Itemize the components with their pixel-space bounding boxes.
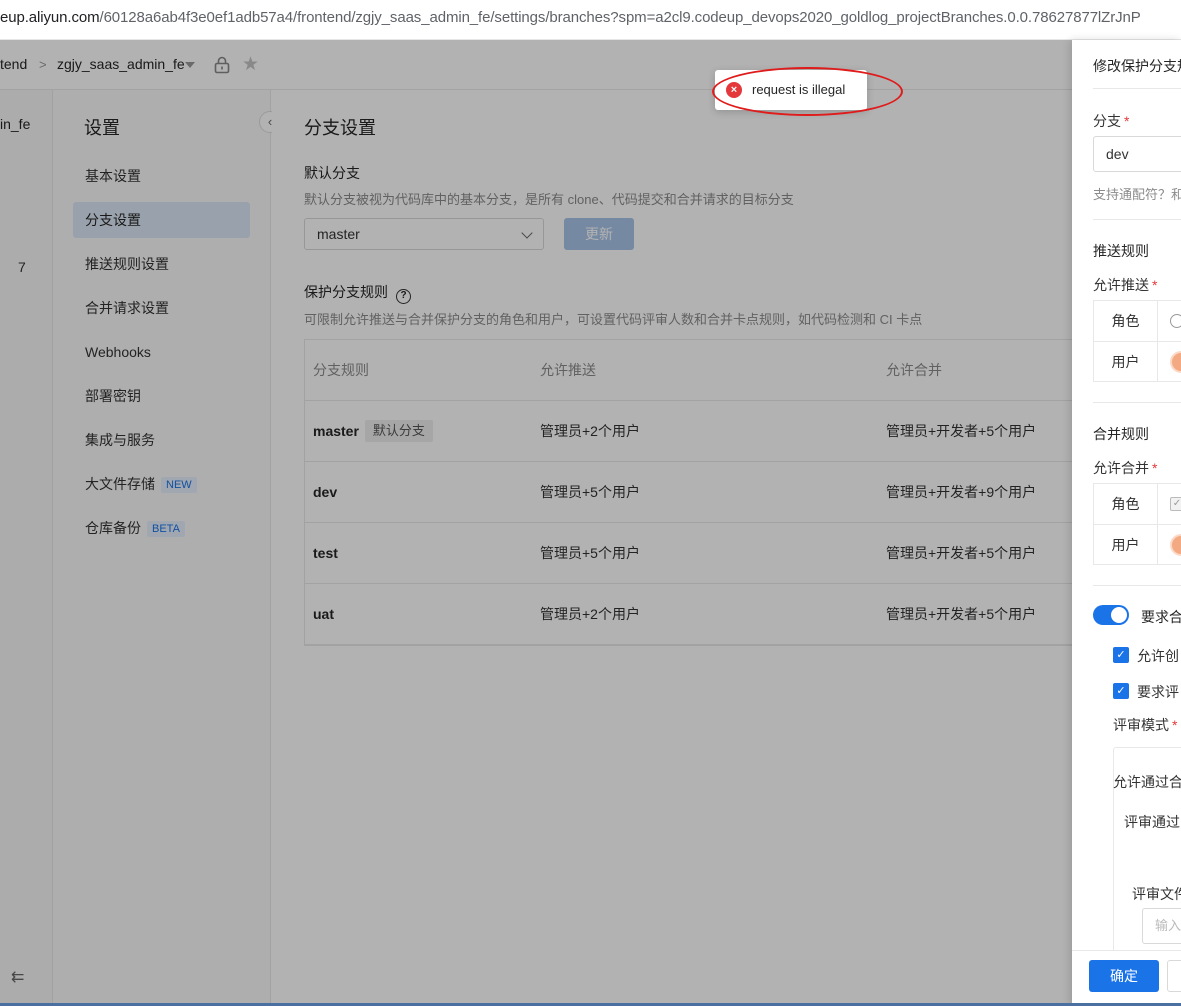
review-file-input[interactable]: 输入: [1142, 908, 1181, 944]
user-label: 用户: [1094, 342, 1158, 382]
push-permissions: 角色 用户: [1093, 300, 1181, 382]
required-mark: *: [1172, 717, 1178, 733]
drawer-overlay-mask[interactable]: [0, 40, 1072, 1006]
require-merge-request-toggle[interactable]: [1093, 605, 1129, 625]
review-pass-label: 评审通过: [1124, 814, 1180, 830]
branch-field-label: 分支 *: [1093, 111, 1129, 131]
toggle-knob: [1111, 607, 1127, 623]
allow-creator-label: 允许创: [1137, 648, 1179, 664]
edit-protected-branch-drawer: 修改保护分支规 分支* dev 支持通配符？和 推送规则 允许推送* 角色 用户…: [1072, 40, 1181, 1006]
allow-push-label-text: 允许推送: [1093, 277, 1149, 293]
push-rules-heading: 推送规则: [1093, 243, 1149, 259]
required-mark: *: [1124, 113, 1130, 129]
review-mode-label-text: 评审模式: [1113, 717, 1169, 733]
merge-permissions: 角色 ✓ 用户: [1093, 483, 1181, 565]
merge-role-row: 角色 ✓: [1094, 484, 1181, 524]
review-file-label: 评审文件: [1132, 886, 1181, 902]
branch-hint: 支持通配符？和: [1093, 187, 1181, 202]
role-label: 角色: [1094, 484, 1158, 524]
require-merge-request-label: 要求合: [1141, 609, 1181, 625]
divider: [1093, 219, 1181, 220]
role-label: 角色: [1094, 301, 1158, 341]
merge-rules-heading: 合并规则: [1093, 426, 1149, 442]
drawer-title: 修改保护分支规: [1093, 58, 1181, 74]
allow-pass-label: 允许通过合: [1113, 774, 1181, 790]
allow-creator-checkbox[interactable]: ✓: [1113, 647, 1129, 663]
push-user-row: 用户: [1094, 341, 1181, 382]
role-radio[interactable]: [1170, 314, 1181, 328]
allow-merge-label: 允许合并 *: [1093, 458, 1157, 478]
merge-user-row: 用户: [1094, 524, 1181, 565]
required-mark: *: [1152, 277, 1158, 293]
push-role-row: 角色: [1094, 301, 1181, 341]
cancel-button[interactable]: [1167, 960, 1181, 992]
allow-merge-label-text: 允许合并: [1093, 460, 1149, 476]
branch-input[interactable]: dev: [1093, 136, 1181, 172]
divider: [1093, 402, 1181, 403]
divider: [1093, 88, 1181, 89]
branch-label-text: 分支: [1093, 113, 1121, 129]
divider: [1093, 585, 1181, 586]
review-mode-label: 评审模式 *: [1113, 715, 1177, 735]
avatar[interactable]: [1170, 534, 1181, 556]
highlight-ellipse: [712, 67, 903, 116]
require-review-label: 要求评: [1137, 684, 1179, 700]
url-text[interactable]: eup.aliyun.com/60128a6ab4f3e0ef1adb57a4/…: [0, 9, 1141, 26]
avatar[interactable]: [1170, 351, 1181, 373]
drawer-footer: 确定: [1072, 950, 1181, 1006]
required-mark: *: [1152, 460, 1158, 476]
user-label: 用户: [1094, 525, 1158, 565]
allow-push-label: 允许推送 *: [1093, 275, 1157, 295]
require-review-checkbox[interactable]: ✓: [1113, 683, 1129, 699]
role-checkbox[interactable]: ✓: [1170, 497, 1181, 511]
address-bar[interactable]: eup.aliyun.com/60128a6ab4f3e0ef1adb57a4/…: [0, 0, 1181, 40]
confirm-button[interactable]: 确定: [1089, 960, 1159, 992]
